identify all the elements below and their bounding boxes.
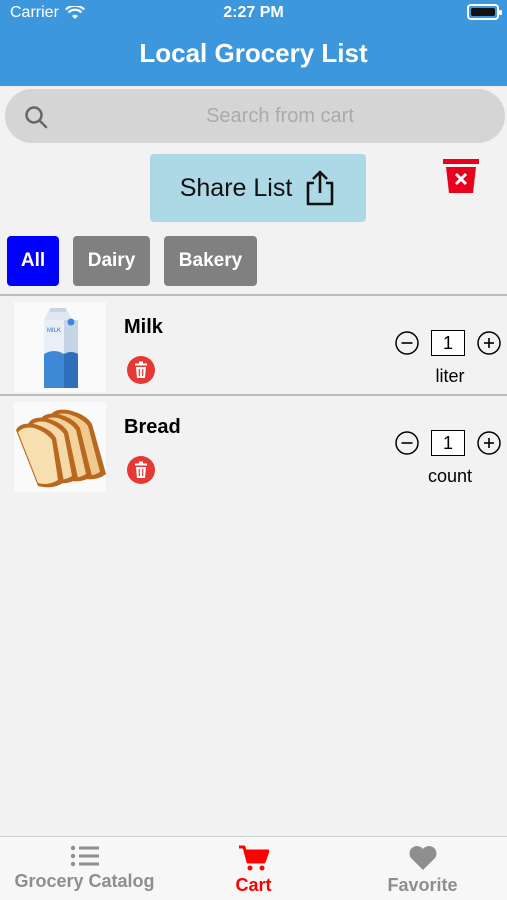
status-time: 2:27 PM — [223, 4, 284, 21]
decrease-quantity-button[interactable] — [395, 331, 419, 355]
quantity-stepper: 1 — [394, 430, 502, 456]
share-icon — [306, 170, 334, 206]
search-bar[interactable] — [5, 89, 505, 143]
cart-icon — [238, 845, 269, 871]
tab-bar: Grocery Catalog Cart Favorite — [0, 836, 507, 900]
increase-quantity-button[interactable] — [477, 431, 501, 455]
unit-label: count — [427, 466, 473, 486]
increase-quantity-button[interactable] — [477, 331, 501, 355]
quantity-stepper: 1 — [394, 330, 502, 356]
search-icon — [25, 106, 48, 129]
tab-label: Cart — [235, 875, 272, 895]
app-header: Carrier 2:27 PM Local Grocery List — [0, 0, 507, 86]
tab-cart[interactable]: Cart — [169, 837, 338, 900]
category-filters: All Dairy Bakery — [7, 236, 257, 286]
tab-favorite[interactable]: Favorite — [338, 837, 507, 900]
tab-label: Favorite — [387, 875, 458, 895]
svg-text:MILK: MILK — [47, 328, 61, 334]
filter-chip-bakery[interactable]: Bakery — [164, 236, 257, 286]
delete-item-icon[interactable] — [127, 456, 155, 484]
share-list-button[interactable]: Share List — [150, 154, 366, 222]
clear-cart-icon[interactable] — [441, 157, 481, 197]
milk-carton-image: MILK — [14, 302, 106, 392]
share-list-label: Share List — [179, 173, 293, 202]
quantity-field[interactable]: 1 — [431, 330, 465, 356]
quantity-field[interactable]: 1 — [431, 430, 465, 456]
list-icon — [70, 845, 99, 867]
battery-icon — [467, 4, 502, 20]
tab-label: Grocery Catalog — [14, 871, 155, 891]
search-input[interactable] — [65, 99, 495, 133]
heart-icon — [409, 846, 436, 870]
item-name: Bread — [124, 416, 181, 438]
unit-label: liter — [435, 366, 465, 386]
tab-grocery-catalog[interactable]: Grocery Catalog — [0, 837, 169, 900]
cart-item: Bread 1 count — [0, 394, 507, 494]
item-name: Milk — [124, 316, 163, 338]
cart-list: MILK Milk 1 liter Bread 1 count — [0, 294, 507, 494]
filter-chip-all[interactable]: All — [7, 236, 59, 286]
bread-image — [14, 402, 106, 492]
page-title: Local Grocery List — [139, 38, 368, 68]
delete-item-icon[interactable] — [127, 356, 155, 384]
decrease-quantity-button[interactable] — [395, 431, 419, 455]
status-bar: Carrier 2:27 PM — [0, 0, 507, 26]
cart-item: MILK Milk 1 liter — [0, 294, 507, 394]
filter-chip-dairy[interactable]: Dairy — [73, 236, 150, 286]
